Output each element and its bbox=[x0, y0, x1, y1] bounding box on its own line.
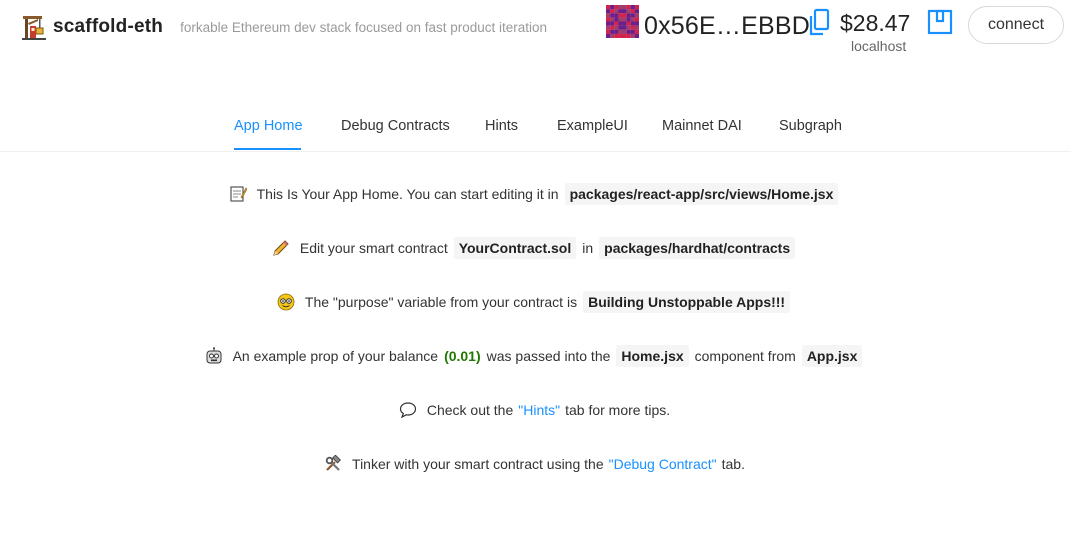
robot-icon bbox=[206, 347, 222, 364]
debug-contract-tab-link[interactable]: "Debug Contract" bbox=[609, 456, 717, 472]
home-row-hints: Check out the "Hints" tab for more tips. bbox=[0, 391, 1071, 429]
account-balance[interactable]: $28.47 bbox=[840, 10, 910, 37]
tab-subgraph[interactable]: Subgraph bbox=[779, 118, 842, 134]
active-tab-indicator bbox=[234, 148, 301, 150]
home-component-file: Home.jsx bbox=[616, 345, 689, 367]
copy-icon[interactable] bbox=[807, 8, 831, 38]
home-row3-text: The "purpose" variable from your contrac… bbox=[304, 294, 578, 310]
memo-icon bbox=[230, 186, 247, 202]
brand[interactable]: scaffold-eth forkable Ethereum dev stack… bbox=[22, 14, 547, 40]
nerd-face-icon bbox=[277, 293, 295, 311]
app-header: scaffold-eth forkable Ethereum dev stack… bbox=[0, 0, 1071, 60]
speech-bubble-icon bbox=[399, 402, 416, 419]
tab-app-home[interactable]: App Home bbox=[234, 118, 303, 134]
balance-prop-value: (0.01) bbox=[444, 348, 481, 364]
main-nav-tabs: App Home Debug Contracts Hints ExampleUI… bbox=[0, 108, 1071, 152]
home-row5-text1: Check out the bbox=[426, 402, 514, 418]
home-row2-text1: Edit your smart contract bbox=[299, 240, 448, 256]
crane-emoji-icon bbox=[22, 16, 46, 40]
contracts-folder-path: packages/hardhat/contracts bbox=[599, 237, 796, 259]
home-row-edit-home: This Is Your App Home. You can start edi… bbox=[0, 175, 1071, 213]
hammer-wrench-icon bbox=[325, 455, 341, 471]
home-file-path: packages/react-app/src/views/Home.jsx bbox=[564, 183, 839, 205]
account-address[interactable]: 0x56E…EBBD bbox=[644, 12, 810, 41]
home-row5-text2: tab for more tips. bbox=[565, 402, 671, 418]
app-subtitle: forkable Ethereum dev stack focused on f… bbox=[180, 19, 548, 35]
address-blockie-avatar[interactable] bbox=[606, 5, 639, 38]
home-row6-text2: tab. bbox=[721, 456, 745, 472]
purpose-value: Building Unstoppable Apps!!! bbox=[583, 291, 791, 313]
pencil-icon bbox=[273, 240, 289, 256]
home-row1-text: This Is Your App Home. You can start edi… bbox=[256, 186, 559, 202]
home-row6-text1: Tinker with your smart contract using th… bbox=[352, 456, 604, 472]
network-name: localhost bbox=[851, 38, 907, 54]
connect-button[interactable]: connect bbox=[968, 6, 1064, 44]
home-row-balance-prop: An example prop of your balance (0.01) w… bbox=[0, 337, 1071, 375]
home-row4-text3: component from bbox=[694, 348, 796, 364]
home-row4-text1: An example prop of your balance bbox=[232, 348, 439, 364]
hints-tab-link[interactable]: "Hints" bbox=[518, 402, 560, 418]
tab-hints[interactable]: Hints bbox=[485, 118, 518, 134]
wallet-icon[interactable] bbox=[927, 9, 953, 35]
app-component-file: App.jsx bbox=[801, 345, 863, 367]
home-row2-text2: in bbox=[582, 240, 594, 256]
home-row-edit-contract: Edit your smart contract YourContract.so… bbox=[0, 229, 1071, 267]
home-row4-text2: was passed into the bbox=[486, 348, 611, 364]
app-title[interactable]: scaffold-eth bbox=[53, 16, 163, 38]
tab-debug-contracts[interactable]: Debug Contracts bbox=[341, 118, 450, 134]
tab-mainnet-dai[interactable]: Mainnet DAI bbox=[662, 118, 742, 134]
contract-file-name: YourContract.sol bbox=[453, 237, 577, 259]
home-row-debug: Tinker with your smart contract using th… bbox=[0, 445, 1071, 483]
tab-example-ui[interactable]: ExampleUI bbox=[557, 118, 628, 134]
home-row-purpose: The "purpose" variable from your contrac… bbox=[0, 283, 1071, 321]
